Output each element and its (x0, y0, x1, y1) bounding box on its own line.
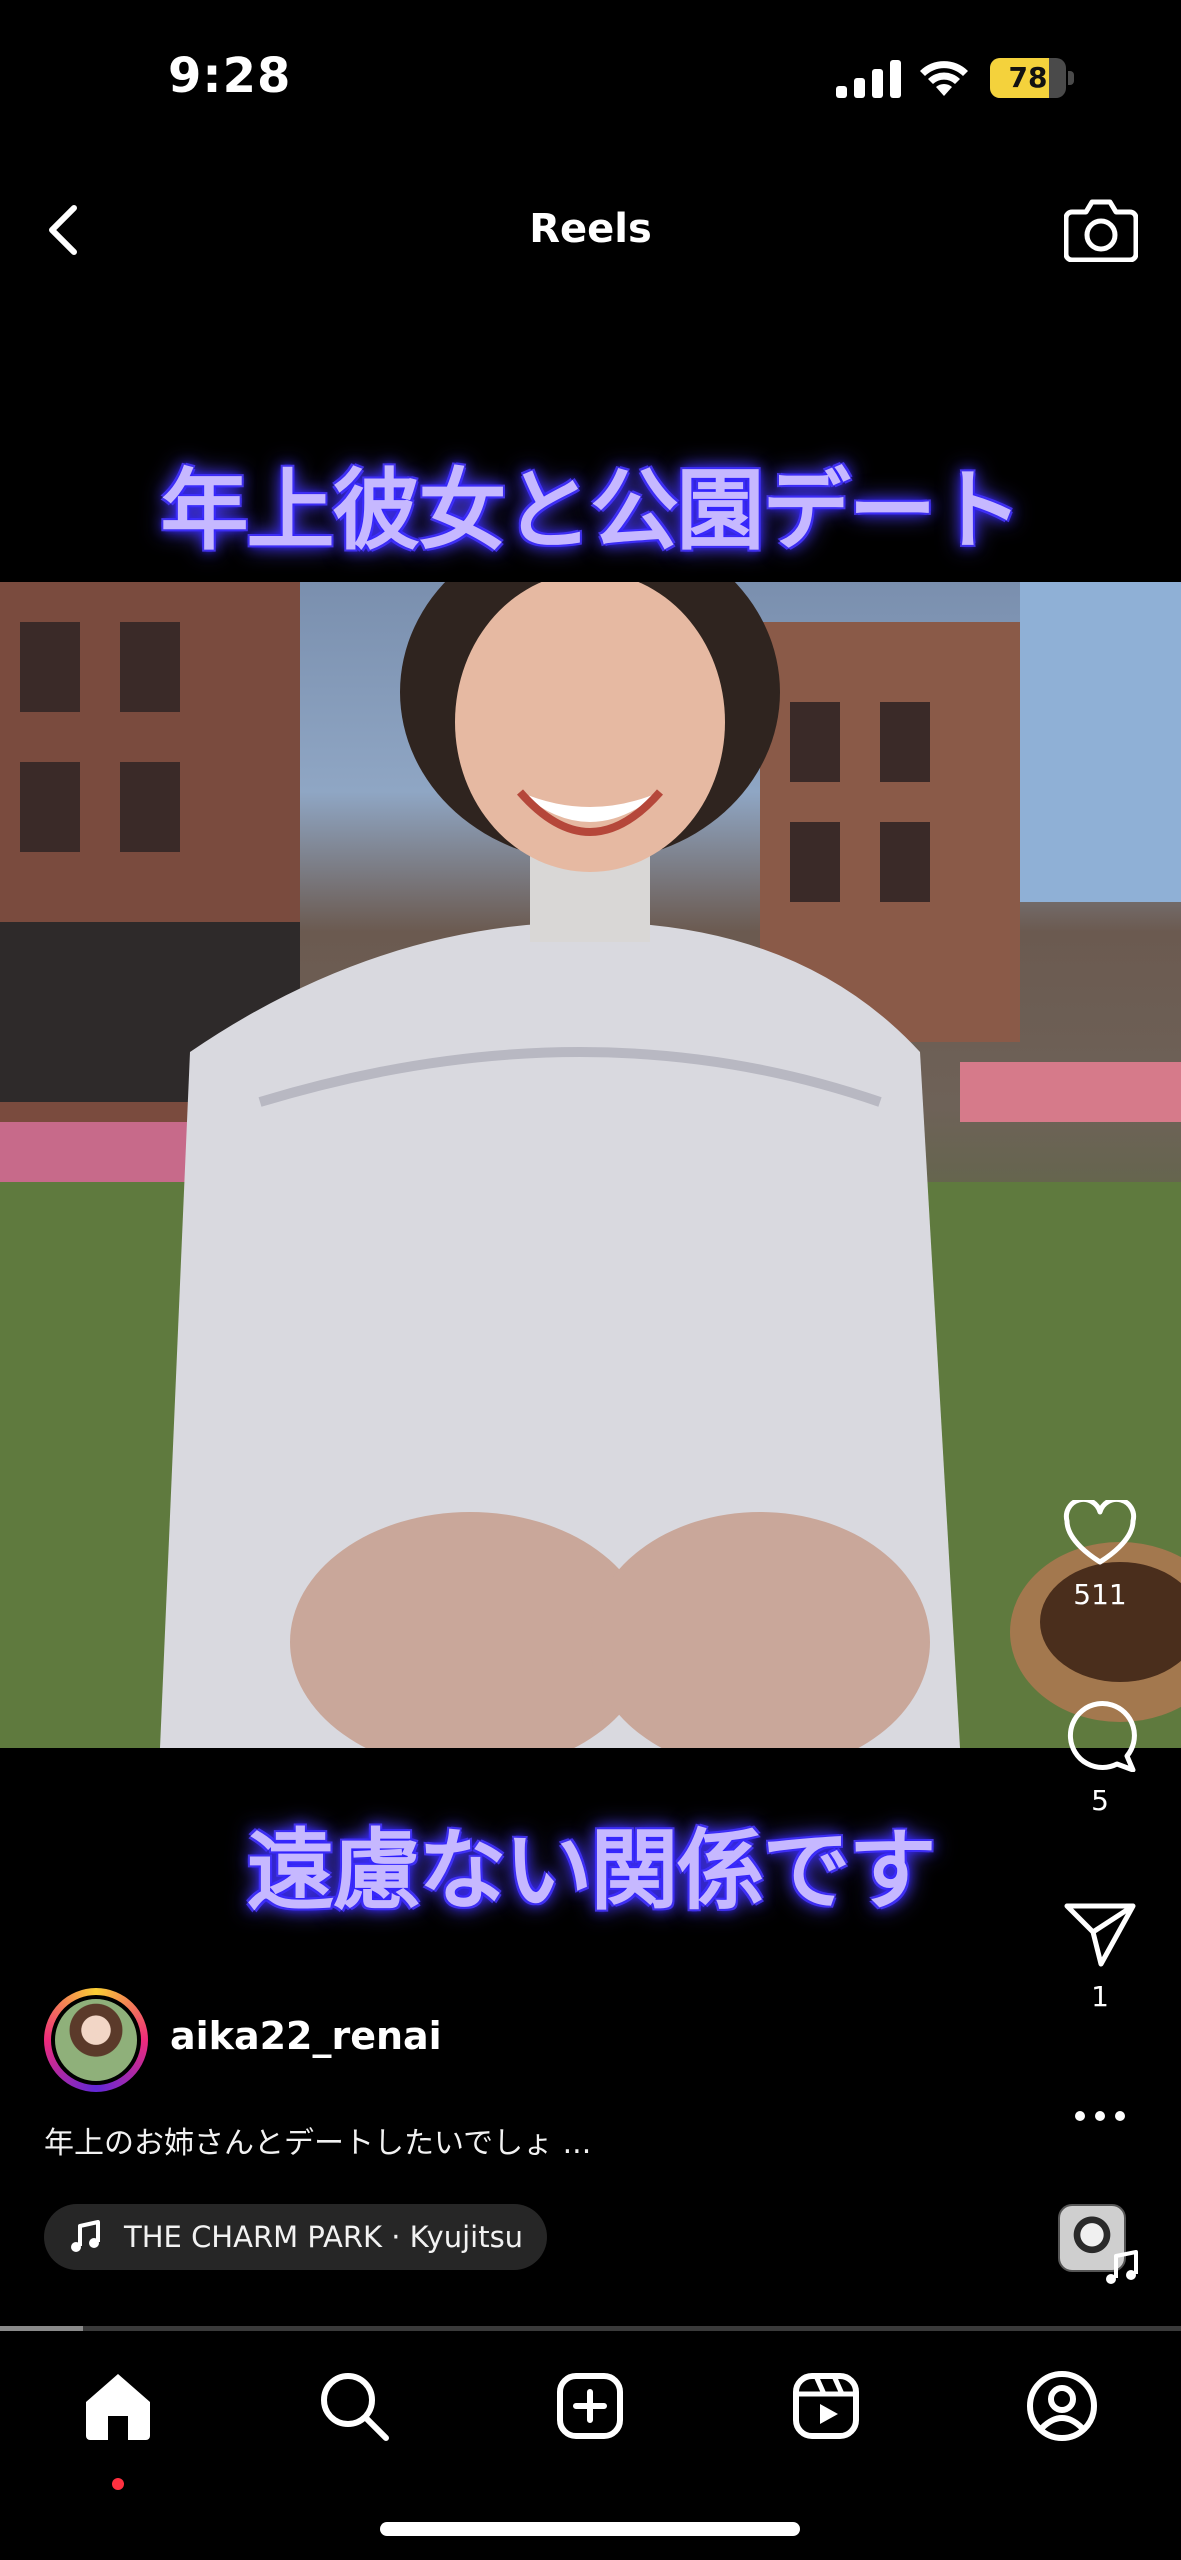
playback-progress[interactable] (0, 2326, 1181, 2331)
reel-video[interactable] (0, 582, 1181, 1748)
profile-icon (1027, 2371, 1097, 2441)
notification-dot (112, 2478, 124, 2490)
wifi-icon (920, 61, 968, 96)
music-note-icon (1106, 2250, 1138, 2284)
battery-level: 78 (1008, 61, 1048, 94)
avatar[interactable] (51, 1995, 141, 2085)
more-horizontal-icon (1075, 2111, 1125, 2121)
camera-icon (1063, 199, 1139, 263)
tab-create[interactable] (550, 2366, 630, 2446)
home-icon (86, 2374, 150, 2440)
story-ring (44, 1988, 148, 2092)
reel-caption-bottom: 遠慮ない関係です (246, 1819, 936, 1922)
tab-home[interactable] (78, 2366, 158, 2490)
cellular-signal-icon (836, 60, 901, 98)
page-title: Reels (529, 206, 652, 252)
create-icon (557, 2373, 623, 2439)
reel-author[interactable]: aika22_renai (44, 1988, 744, 2092)
comment-button[interactable]: 5 (1040, 1700, 1160, 1817)
audio-thumbnail[interactable] (1058, 2204, 1138, 2284)
status-time: 9:28 (168, 48, 292, 104)
status-bar: 9:28 78 (0, 0, 1181, 150)
music-note-icon (71, 2220, 100, 2252)
music-label[interactable]: THE CHARM PARK · Kyujitsu (44, 2204, 548, 2270)
playback-progress-fill (0, 2326, 83, 2331)
username[interactable]: aika22_renai (170, 2014, 442, 2058)
comment-count: 5 (1091, 1784, 1109, 1817)
tab-profile[interactable] (1022, 2366, 1102, 2446)
battery-indicator: 78 (990, 58, 1074, 98)
tab-bar (0, 2332, 1181, 2492)
search-icon (321, 2373, 389, 2441)
like-button[interactable]: 511 (1040, 1500, 1160, 1611)
camera-button[interactable] (1063, 196, 1139, 263)
more-button[interactable] (1040, 2106, 1160, 2126)
tab-search[interactable] (314, 2366, 394, 2446)
music-text: THE CHARM PARK · Kyujitsu (124, 2220, 524, 2254)
comment-bubble-icon (1067, 1701, 1137, 1772)
reels-icon (793, 2373, 859, 2439)
top-nav: Reels (0, 170, 1181, 290)
like-count: 511 (1073, 1578, 1127, 1611)
send-icon (1064, 1903, 1136, 1967)
reel-description[interactable]: 年上のお姉さんとデートしたいでしょ ... (44, 2118, 591, 2162)
share-count: 1 (1091, 1980, 1109, 2013)
reel-caption-top: 年上彼女と公園デート (160, 459, 1022, 562)
tab-reels[interactable] (786, 2366, 866, 2446)
heart-icon (1063, 1500, 1137, 1565)
video-scene (0, 582, 1181, 1748)
share-button[interactable]: 1 (1040, 1900, 1160, 2013)
home-indicator (380, 2522, 800, 2536)
